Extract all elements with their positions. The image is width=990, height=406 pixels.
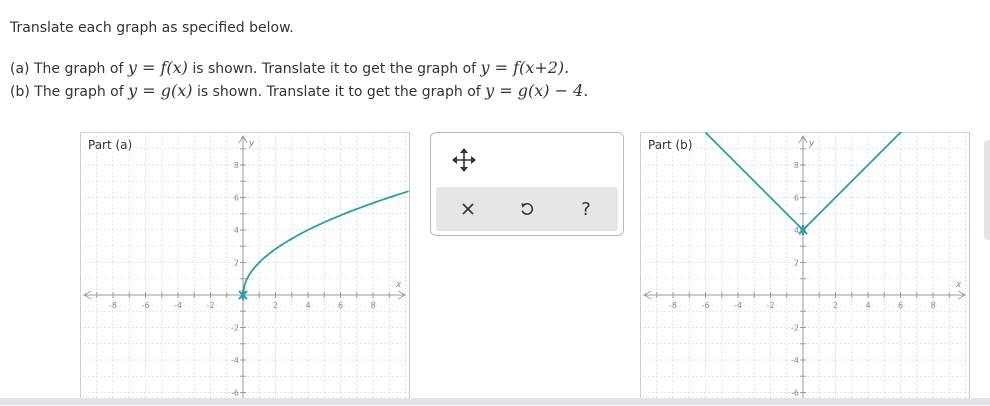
part-a-given-fn: y = f(x) bbox=[127, 58, 188, 77]
part-b-mid: is shown. Translate it to get the graph … bbox=[196, 84, 481, 100]
x-axis-label: x bbox=[395, 280, 402, 290]
x-icon bbox=[462, 203, 474, 215]
graph-a-canvas[interactable]: -8 -6 -4 -2 2 4 6 8 8 6 4 2 -2 -4 -6 x y bbox=[80, 132, 410, 402]
x-tick-label: 8 bbox=[370, 301, 375, 310]
y-tick-label: 4 bbox=[234, 226, 239, 235]
toolbox-actions: ? bbox=[436, 187, 618, 231]
part-a-mid: is shown. Translate it to get the graph … bbox=[192, 61, 477, 77]
part-b-prefix: (b) The graph of bbox=[10, 84, 124, 100]
y-tick-label: 4 bbox=[794, 226, 799, 235]
x-tick-label: -8 bbox=[109, 301, 117, 310]
x-tick-label: 4 bbox=[865, 301, 870, 310]
y-tick-label: -6 bbox=[791, 389, 799, 398]
graph-a[interactable]: -8 -6 -4 -2 2 4 6 8 8 6 4 2 -2 -4 -6 x y Part (a) bbox=[80, 132, 410, 406]
x-tick-label: -4 bbox=[174, 301, 182, 310]
graph-b-canvas[interactable]: -8 -6 -4 -2 2 4 6 8 8 6 4 2 -2 -4 -6 x y bbox=[640, 115, 970, 402]
x-tick-label: 6 bbox=[898, 301, 903, 310]
graph-frame bbox=[80, 132, 410, 402]
x-tick-label: 6 bbox=[338, 301, 343, 310]
part-a-text: (a) The graph of y = f(x) is shown. Tran… bbox=[10, 58, 569, 77]
undo-button[interactable] bbox=[511, 193, 543, 225]
part-b-given-fn: y = g(x) bbox=[128, 81, 193, 100]
move-arrows-icon bbox=[452, 148, 476, 172]
y-tick-label: -4 bbox=[791, 356, 799, 365]
y-tick-label: 2 bbox=[234, 259, 239, 268]
part-b-text: (b) The graph of y = g(x) is shown. Tran… bbox=[10, 81, 588, 100]
x-tick-label: 8 bbox=[930, 301, 935, 310]
x-tick-label: -2 bbox=[767, 301, 775, 310]
graph-toolbox: ? bbox=[430, 132, 624, 236]
graph-a-label: Part (a) bbox=[86, 138, 135, 152]
y-axis-label: y bbox=[248, 139, 255, 149]
y-axis-label: y bbox=[808, 139, 815, 149]
bottom-scroll-track[interactable] bbox=[0, 398, 990, 405]
y-tick-label: -6 bbox=[231, 389, 239, 398]
x-tick-label: 2 bbox=[833, 301, 838, 310]
y-tick-label: 2 bbox=[794, 259, 799, 268]
x-tick-label: -6 bbox=[142, 301, 150, 310]
x-tick-label: 4 bbox=[305, 301, 310, 310]
y-tick-label: 6 bbox=[234, 194, 239, 203]
part-a-target-fn: y = f(x+2). bbox=[480, 58, 570, 77]
x-tick-label: -2 bbox=[207, 301, 215, 310]
graph-b[interactable]: -8 -6 -4 -2 2 4 6 8 8 6 4 2 -2 -4 -6 x y Part (b) bbox=[640, 115, 970, 406]
x-tick-label: -6 bbox=[702, 301, 710, 310]
clear-button[interactable] bbox=[452, 193, 484, 225]
part-a-prefix: (a) The graph of bbox=[10, 61, 124, 77]
instructions: Translate each graph as specified below. bbox=[10, 20, 294, 36]
graph-b-label: Part (b) bbox=[646, 138, 695, 152]
part-b-target-fn: y = g(x) − 4. bbox=[485, 81, 589, 100]
x-tick-label: -8 bbox=[669, 301, 677, 310]
x-axis-label: x bbox=[955, 280, 962, 290]
scrollbar-handle[interactable] bbox=[984, 140, 990, 240]
y-tick-label: -4 bbox=[231, 356, 239, 365]
y-tick-label: 6 bbox=[794, 194, 799, 203]
help-button[interactable]: ? bbox=[570, 193, 602, 225]
x-tick-label: -4 bbox=[734, 301, 742, 310]
undo-icon bbox=[521, 203, 534, 215]
move-tool-button[interactable] bbox=[449, 145, 479, 175]
y-tick-label: 8 bbox=[794, 161, 799, 170]
y-tick-label: -2 bbox=[791, 324, 799, 333]
x-tick-label: 2 bbox=[273, 301, 278, 310]
graph-frame bbox=[640, 132, 970, 402]
y-tick-label: -2 bbox=[231, 324, 239, 333]
y-tick-label: 8 bbox=[234, 161, 239, 170]
